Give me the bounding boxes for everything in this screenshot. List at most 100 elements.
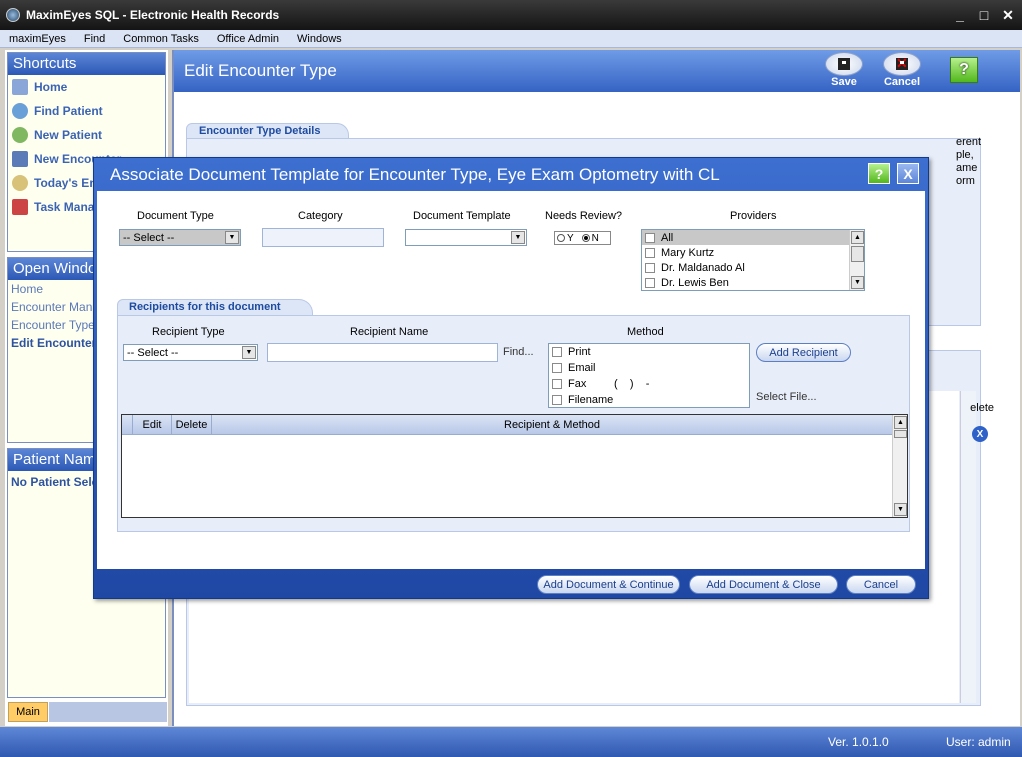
- chevron-down-icon: ▼: [511, 231, 525, 244]
- add-document-close-button[interactable]: Add Document & Close: [689, 575, 838, 594]
- checkbox[interactable]: [552, 395, 562, 405]
- recipient-type-label: Recipient Type: [152, 326, 225, 338]
- grid-header-edit: Edit: [132, 415, 171, 434]
- method-label: Method: [627, 326, 664, 338]
- recipient-name-label: Recipient Name: [350, 326, 429, 338]
- recipients-grid-header: Edit Delete Recipient & Method: [122, 415, 892, 435]
- providers-scrollbar[interactable]: ▲ ▼: [849, 230, 864, 290]
- checkbox[interactable]: [552, 379, 562, 389]
- recipients-grid-scrollbar[interactable]: ▲ ▼: [892, 415, 907, 517]
- page-title: Edit Encounter Type: [184, 61, 337, 80]
- method-label: Email: [568, 362, 596, 374]
- find-link[interactable]: Find...: [503, 346, 534, 358]
- user-text: User: admin: [946, 735, 1011, 749]
- save-icon: [825, 52, 863, 76]
- needs-review-yes-radio[interactable]: [557, 234, 565, 242]
- provider-item[interactable]: Mary Kurtz: [642, 245, 864, 260]
- minimize-button[interactable]: _: [950, 6, 970, 24]
- cancel-label: Cancel: [883, 76, 921, 88]
- recipient-name-input[interactable]: [267, 343, 498, 362]
- add-recipient-button[interactable]: Add Recipient: [756, 343, 851, 362]
- help-button[interactable]: ?: [950, 57, 978, 83]
- scroll-thumb[interactable]: [851, 246, 864, 262]
- scroll-up-icon[interactable]: ▲: [851, 231, 864, 244]
- category-input[interactable]: [262, 228, 384, 247]
- provider-item[interactable]: All: [642, 230, 864, 245]
- recipients-tab[interactable]: Recipients for this document: [117, 299, 313, 316]
- method-fax[interactable]: Fax ( ) -: [549, 376, 749, 392]
- grid-header-recipient-method: Recipient & Method: [211, 415, 892, 434]
- provider-label: Dr. Lewis Ben: [661, 276, 729, 289]
- shortcut-label: Find Patient: [34, 104, 103, 118]
- home-icon: [12, 79, 28, 95]
- needs-review-yes-label: Y: [567, 232, 574, 244]
- providers-list[interactable]: All Mary Kurtz Dr. Maldanado Al Dr. Lewi…: [641, 229, 865, 291]
- provider-label: Dr. Maldanado Al: [661, 261, 745, 274]
- menu-common-tasks[interactable]: Common Tasks: [114, 33, 208, 45]
- delete-row-button[interactable]: X: [972, 426, 988, 442]
- checkbox[interactable]: [645, 277, 655, 288]
- window-controls: _ □ ✕: [950, 6, 1018, 24]
- shortcut-home[interactable]: Home: [8, 75, 165, 99]
- recipients-grid: Edit Delete Recipient & Method ▲ ▼: [121, 414, 908, 518]
- checkbox[interactable]: [552, 347, 562, 357]
- checkbox[interactable]: [552, 363, 562, 373]
- menu-office-admin[interactable]: Office Admin: [208, 33, 288, 45]
- scroll-down-icon[interactable]: ▼: [894, 503, 907, 516]
- document-template-select[interactable]: ▼: [405, 229, 527, 246]
- recipient-type-value: -- Select --: [127, 346, 179, 359]
- menu-maximeyes[interactable]: maximEyes: [0, 33, 75, 45]
- needs-review-radio-group: Y N: [554, 231, 611, 245]
- encounter-icon: [12, 151, 28, 167]
- shortcut-label: Home: [34, 80, 68, 94]
- document-type-select[interactable]: -- Select -- ▼: [119, 229, 241, 246]
- providers-label: Providers: [730, 210, 777, 222]
- shortcuts-title: Shortcuts: [8, 53, 165, 75]
- page-header: Edit Encounter Type Save Cancel ?: [174, 50, 1020, 92]
- app-logo-icon: [6, 8, 20, 22]
- document-type-value: -- Select --: [123, 231, 175, 244]
- recipient-type-select[interactable]: -- Select -- ▼: [123, 344, 258, 361]
- shortcut-find-patient[interactable]: Find Patient: [8, 99, 165, 123]
- menu-bar: maximEyes Find Common Tasks Office Admin…: [0, 30, 1022, 48]
- select-file-link[interactable]: Select File...: [756, 391, 817, 403]
- fax-number-mask[interactable]: ( ) -: [614, 378, 649, 390]
- window-title: MaximEyes SQL - Electronic Health Record…: [26, 8, 280, 22]
- chevron-down-icon: ▼: [242, 346, 256, 359]
- details-description: erent ple, ame orm: [956, 136, 982, 187]
- dialog-body: Document Type -- Select -- ▼ Category Do…: [97, 191, 925, 569]
- scroll-down-icon[interactable]: ▼: [851, 276, 864, 289]
- maximize-button[interactable]: □: [974, 6, 994, 24]
- encounter-type-details-tab[interactable]: Encounter Type Details: [186, 123, 349, 139]
- patient-icon: [12, 127, 28, 143]
- method-label: Filename: [568, 394, 614, 406]
- checkbox[interactable]: [645, 232, 655, 243]
- menu-windows[interactable]: Windows: [288, 33, 351, 45]
- provider-item[interactable]: Dr. Maldanado Al: [642, 260, 864, 275]
- dialog-close-button[interactable]: X: [897, 163, 919, 184]
- document-template-label: Document Template: [413, 210, 511, 222]
- save-label: Save: [831, 76, 857, 88]
- checkbox[interactable]: [645, 262, 655, 273]
- provider-item[interactable]: Dr. Lewis Ben: [642, 275, 864, 290]
- recipients-panel: Recipient Type -- Select -- ▼ Recipient …: [117, 315, 910, 532]
- document-type-label: Document Type: [137, 210, 214, 222]
- method-email[interactable]: Email: [549, 360, 749, 376]
- method-print[interactable]: Print: [549, 344, 749, 360]
- add-document-continue-button[interactable]: Add Document & Continue: [537, 575, 680, 594]
- menu-find[interactable]: Find: [75, 33, 114, 45]
- dialog-cancel-button[interactable]: Cancel: [846, 575, 916, 594]
- save-button[interactable]: Save: [824, 52, 864, 92]
- cancel-button[interactable]: Cancel: [882, 52, 922, 92]
- shortcut-new-patient[interactable]: New Patient: [8, 123, 165, 147]
- needs-review-no-radio[interactable]: [581, 234, 590, 242]
- scroll-up-icon[interactable]: ▲: [894, 416, 907, 429]
- grid-spacer: [122, 415, 132, 434]
- method-filename[interactable]: Filename: [549, 392, 749, 407]
- scroll-thumb[interactable]: [894, 430, 907, 438]
- main-tab[interactable]: Main: [8, 702, 48, 722]
- checkbox[interactable]: [645, 247, 655, 258]
- dialog-help-button[interactable]: ?: [868, 163, 890, 184]
- close-button[interactable]: ✕: [998, 6, 1018, 24]
- version-text: Ver. 1.0.1.0: [828, 735, 889, 749]
